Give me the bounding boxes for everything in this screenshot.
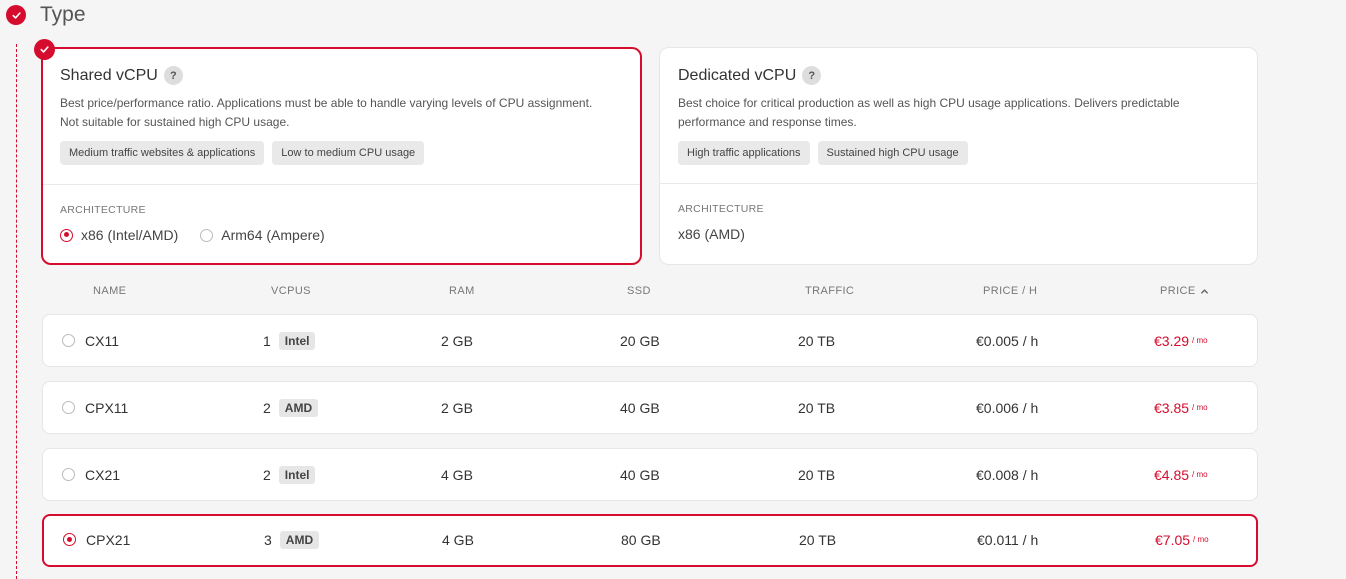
server-name: CX21 xyxy=(85,466,121,483)
architecture-option-label: x86 (Intel/AMD) xyxy=(81,227,179,243)
vcpu-cell: 2 AMD xyxy=(263,382,319,433)
architecture-option-arm64[interactable]: Arm64 (Ampere) xyxy=(200,227,325,243)
type-card-title: Shared vCPU xyxy=(60,66,158,84)
vcpu-count: 2 xyxy=(263,466,271,483)
ram-value: 4 GB xyxy=(441,466,473,483)
section-check-icon xyxy=(6,5,26,25)
radio-selected-icon[interactable] xyxy=(63,533,76,546)
architecture-option-label: Arm64 (Ampere) xyxy=(221,227,325,243)
help-icon[interactable]: ? xyxy=(802,66,822,85)
type-tag: High traffic applications xyxy=(678,141,810,165)
monthly-price: €7.05/ mo xyxy=(1155,515,1209,564)
hourly-price: €0.005 / h xyxy=(976,332,1039,349)
type-card-shared-vcpu[interactable]: Shared vCPU ? Best price/performance rat… xyxy=(41,47,642,265)
vcpu-cell: 1 Intel xyxy=(263,315,316,366)
type-card-dedicated-vcpu[interactable]: Dedicated vCPU ? Best choice for critica… xyxy=(659,47,1258,265)
cpu-vendor-badge: Intel xyxy=(278,331,316,350)
column-header-price[interactable]: PRICE xyxy=(1160,285,1209,297)
server-row[interactable]: CX21 2 Intel 4 GB 40 GB 20 TB €0.008 / h… xyxy=(42,448,1258,501)
server-name: CPX11 xyxy=(85,399,129,416)
ssd-value: 20 GB xyxy=(620,332,660,349)
radio-icon[interactable] xyxy=(62,401,75,414)
type-card-title: Dedicated vCPU xyxy=(678,66,797,84)
traffic-value: 20 TB xyxy=(799,531,837,548)
type-tag: Sustained high CPU usage xyxy=(817,141,968,165)
ssd-value: 40 GB xyxy=(620,399,660,416)
type-tag: Low to medium CPU usage xyxy=(272,141,425,165)
vcpu-count: 2 xyxy=(263,399,271,416)
architecture-option-x86[interactable]: x86 (Intel/AMD) xyxy=(60,227,178,243)
traffic-value: 20 TB xyxy=(798,399,836,416)
monthly-price-unit: / mo xyxy=(1192,470,1208,479)
radio-icon[interactable] xyxy=(62,334,75,347)
vcpu-cell: 2 Intel xyxy=(263,449,316,500)
cpu-vendor-badge: AMD xyxy=(279,530,320,549)
column-header-vcpus[interactable]: VCPUS xyxy=(271,285,311,297)
cpu-vendor-badge: Intel xyxy=(278,465,316,484)
help-icon[interactable]: ? xyxy=(163,66,183,85)
monthly-price: €4.85/ mo xyxy=(1154,449,1208,500)
section-connector-line xyxy=(16,44,17,579)
radio-icon[interactable] xyxy=(200,228,214,242)
vcpu-cell: 3 AMD xyxy=(264,515,320,564)
column-header-traffic[interactable]: TRAFFIC xyxy=(805,285,854,297)
ram-value: 4 GB xyxy=(442,531,474,548)
server-name: CPX21 xyxy=(86,531,131,548)
ram-value: 2 GB xyxy=(441,332,473,349)
ram-value: 2 GB xyxy=(441,399,473,416)
radio-selected-icon[interactable] xyxy=(60,228,73,242)
radio-icon[interactable] xyxy=(62,468,75,481)
traffic-value: 20 TB xyxy=(798,332,836,349)
cpu-vendor-badge: AMD xyxy=(278,398,319,417)
monthly-price-unit: / mo xyxy=(1192,403,1208,412)
ssd-value: 40 GB xyxy=(620,466,660,483)
monthly-price-value: €4.85 xyxy=(1154,466,1190,483)
type-card-description: Best price/performance ratio. Applicatio… xyxy=(60,96,593,129)
chevron-up-icon xyxy=(1200,288,1208,294)
type-card-description: Best choice for critical production as w… xyxy=(678,96,1180,129)
traffic-value: 20 TB xyxy=(798,466,836,483)
server-row[interactable]: CX11 1 Intel 2 GB 20 GB 20 TB €0.005 / h… xyxy=(42,314,1258,367)
server-name: CX11 xyxy=(85,332,119,349)
architecture-value: x86 (AMD) xyxy=(678,226,745,242)
ssd-value: 80 GB xyxy=(621,531,661,548)
architecture-label: ARCHITECTURE xyxy=(678,203,764,215)
section-title: Type xyxy=(40,3,86,26)
server-row[interactable]: CPX21 3 AMD 4 GB 80 GB 20 TB €0.011 / h … xyxy=(42,514,1258,567)
hourly-price: €0.008 / h xyxy=(976,466,1039,483)
hourly-price: €0.011 / h xyxy=(977,531,1039,548)
column-header-price-label: PRICE xyxy=(1160,285,1196,297)
monthly-price-unit: / mo xyxy=(1193,535,1209,544)
vcpu-count: 1 xyxy=(263,332,271,349)
server-row[interactable]: CPX11 2 AMD 2 GB 40 GB 20 TB €0.006 / h … xyxy=(42,381,1258,434)
monthly-price: €3.85/ mo xyxy=(1154,382,1208,433)
vcpu-count: 3 xyxy=(264,531,272,548)
monthly-price-unit: / mo xyxy=(1192,336,1208,345)
architecture-label: ARCHITECTURE xyxy=(60,204,146,216)
monthly-price-value: €7.05 xyxy=(1155,531,1191,548)
type-tag: Medium traffic websites & applications xyxy=(60,141,265,165)
column-header-ram[interactable]: RAM xyxy=(449,285,475,297)
column-header-name[interactable]: NAME xyxy=(93,285,126,297)
column-header-ssd[interactable]: SSD xyxy=(627,285,651,297)
column-header-price-h[interactable]: PRICE / H xyxy=(983,285,1037,297)
selected-check-icon xyxy=(34,39,55,60)
monthly-price-value: €3.85 xyxy=(1154,399,1190,416)
monthly-price: €3.29/ mo xyxy=(1154,315,1208,366)
hourly-price: €0.006 / h xyxy=(976,399,1039,416)
monthly-price-value: €3.29 xyxy=(1154,332,1190,349)
